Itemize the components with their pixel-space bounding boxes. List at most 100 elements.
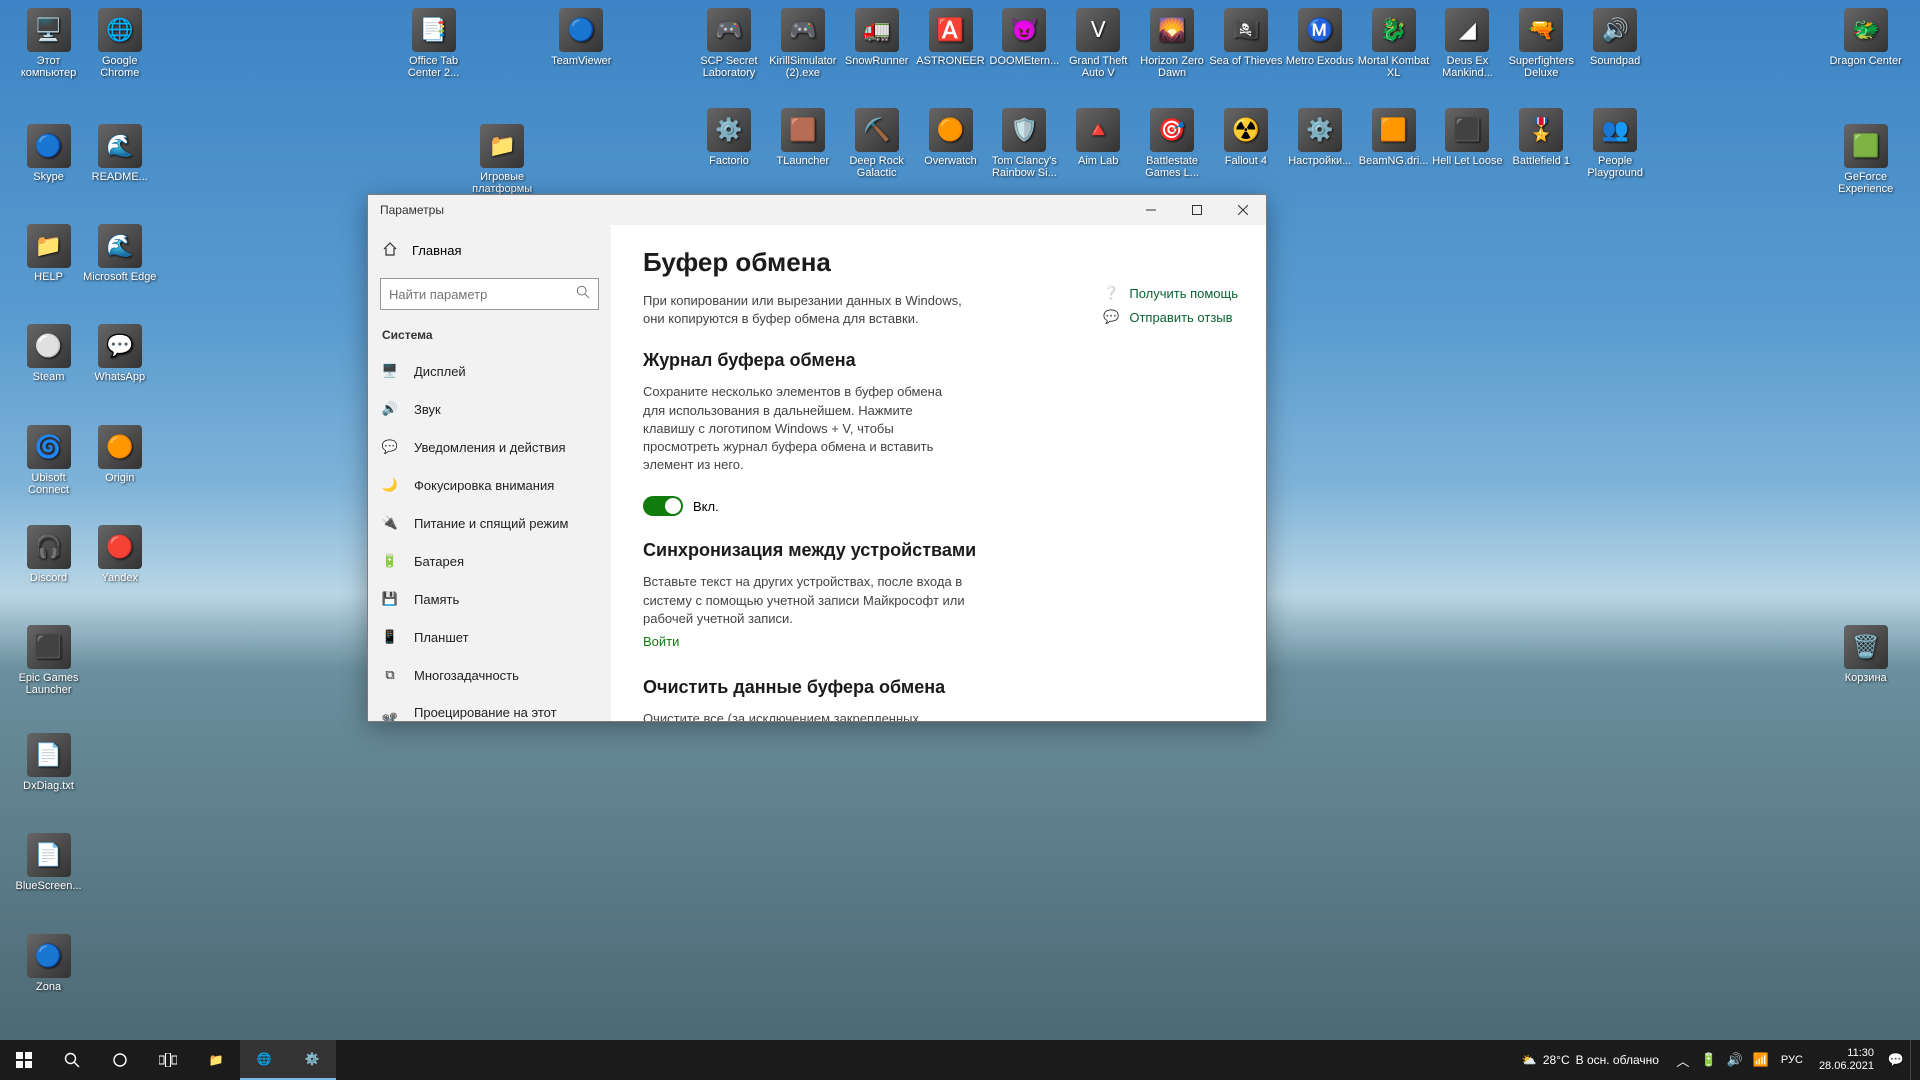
- desktop-icon[interactable]: 🌊Microsoft Edge: [82, 224, 158, 283]
- desktop-icon[interactable]: 👥People Playground: [1577, 108, 1653, 179]
- desktop-icon[interactable]: 🎮KirillSimulator (2).exe: [765, 8, 841, 79]
- start-button[interactable]: [0, 1040, 48, 1080]
- taskbar-explorer[interactable]: 📁: [192, 1040, 240, 1080]
- tray-battery-icon[interactable]: 🔋: [1697, 1040, 1721, 1080]
- settings-sidebar: Главная Система 🖥️Дисплей🔊Звук💬Уведомлен…: [368, 225, 611, 721]
- desktop-icon[interactable]: 🟩GeForce Experience: [1828, 124, 1904, 195]
- app-icon: 🏴‍☠️: [1224, 8, 1268, 52]
- desktop-icon[interactable]: 🛡️Tom Clancy's Rainbow Si...: [986, 108, 1062, 179]
- desktop-icon[interactable]: 🟠Overwatch: [913, 108, 989, 167]
- tray-language[interactable]: РУС: [1775, 1040, 1809, 1080]
- desktop-icon[interactable]: 🌄Horizon Zero Dawn: [1134, 8, 1210, 79]
- desktop-icon[interactable]: ⬛Hell Let Loose: [1429, 108, 1505, 167]
- desktop-icon[interactable]: ⚪Steam: [11, 324, 87, 383]
- sidebar-home[interactable]: Главная: [368, 231, 611, 270]
- desktop-icon[interactable]: 🔴Yandex: [82, 525, 158, 584]
- sidebar-item[interactable]: 🔋Батарея: [368, 542, 611, 580]
- desktop-icon[interactable]: 🟧BeamNG.dri...: [1356, 108, 1432, 167]
- desktop-icon[interactable]: Ⓜ️Metro Exodus: [1282, 8, 1358, 67]
- tray-chevron-up-icon[interactable]: ︿: [1671, 1040, 1695, 1080]
- app-icon: 🎮: [781, 8, 825, 52]
- desktop-icon[interactable]: 📁Игровые платформы: [464, 124, 540, 195]
- desktop-icon[interactable]: 🎧Discord: [11, 525, 87, 584]
- desktop-icon[interactable]: 🖥️Этот компьютер: [11, 8, 87, 79]
- desktop-icon[interactable]: 🟫TLauncher: [765, 108, 841, 167]
- app-icon: ⚙️: [707, 108, 751, 152]
- desktop-icon[interactable]: 🔫Superfighters Deluxe: [1503, 8, 1579, 79]
- sidebar-item[interactable]: 🌙Фокусировка внимания: [368, 466, 611, 504]
- search-button[interactable]: [48, 1040, 96, 1080]
- desktop-icon[interactable]: 🗑️Корзина: [1828, 625, 1904, 684]
- desktop-icon[interactable]: 🔵Skype: [11, 124, 87, 183]
- desktop-icon[interactable]: 📑Office Tab Center 2...: [396, 8, 472, 79]
- get-help-link[interactable]: ❔ Получить помощь: [1103, 285, 1238, 301]
- app-icon: 📄: [27, 833, 71, 877]
- sidebar-item[interactable]: ⧉Многозадачность: [368, 656, 611, 694]
- desktop-icon[interactable]: 🔵Zona: [11, 934, 87, 993]
- desktop-icon[interactable]: 🚛SnowRunner: [839, 8, 915, 67]
- desktop-icon[interactable]: 📁HELP: [11, 224, 87, 283]
- settings-search[interactable]: [380, 278, 599, 310]
- history-toggle[interactable]: [643, 496, 683, 516]
- desktop-icon[interactable]: 🌊README...: [82, 124, 158, 183]
- desktop-icon[interactable]: 💬WhatsApp: [82, 324, 158, 383]
- sidebar-item[interactable]: 💬Уведомления и действия: [368, 428, 611, 466]
- taskbar-chrome[interactable]: 🌐: [240, 1040, 288, 1080]
- desktop-icon[interactable]: 🏴‍☠️ Sea of Thieves: [1208, 8, 1284, 67]
- sidebar-item[interactable]: 📽️Проецирование на этот компьютер: [368, 694, 611, 721]
- desktop-icon[interactable]: ⚙️Настройки...: [1282, 108, 1358, 167]
- icon-label: Tom Clancy's Rainbow Si...: [986, 155, 1062, 179]
- desktop-icon[interactable]: 🎖️Battlefield 1: [1503, 108, 1579, 167]
- icon-label: TeamViewer: [543, 55, 619, 67]
- sidebar-item[interactable]: 📱Планшет: [368, 618, 611, 656]
- app-icon: ◢: [1445, 8, 1489, 52]
- desktop-icon[interactable]: ⅤGrand Theft Auto V: [1060, 8, 1136, 79]
- taskview-button[interactable]: [144, 1040, 192, 1080]
- weather-text: В осн. облачно: [1576, 1053, 1659, 1067]
- desktop-icon[interactable]: ⚙️Factorio: [691, 108, 767, 167]
- desktop-icon[interactable]: 📄DxDiag.txt: [11, 733, 87, 792]
- tray-notifications-icon[interactable]: 💬: [1884, 1040, 1908, 1080]
- close-button[interactable]: [1220, 195, 1266, 225]
- sidebar-item[interactable]: 🔌Питание и спящий режим: [368, 504, 611, 542]
- maximize-button[interactable]: [1174, 195, 1220, 225]
- desktop-icon[interactable]: ◢Deus Ex Mankind...: [1429, 8, 1505, 79]
- sidebar-item-label: Проецирование на этот компьютер: [414, 705, 597, 721]
- feedback-link[interactable]: 💬 Отправить отзыв: [1103, 309, 1238, 325]
- desktop-icon[interactable]: 🌐Google Chrome: [82, 8, 158, 79]
- desktop-icon[interactable]: 🌀Ubisoft Connect: [11, 425, 87, 496]
- desktop-icon[interactable]: 🐲Dragon Center: [1828, 8, 1904, 67]
- app-icon: 🚛: [855, 8, 899, 52]
- signin-link[interactable]: Войти: [643, 634, 1234, 649]
- tray-clock[interactable]: 11:30 28.06.2021: [1811, 1047, 1882, 1073]
- desktop-icon[interactable]: 🔊Soundpad: [1577, 8, 1653, 67]
- desktop-icon[interactable]: ☢️Fallout 4: [1208, 108, 1284, 167]
- tray-wifi-icon[interactable]: 📶: [1749, 1040, 1773, 1080]
- sidebar-item[interactable]: 🔊Звук: [368, 390, 611, 428]
- desktop-icon[interactable]: ⬛Epic Games Launcher: [11, 625, 87, 696]
- tray-weather[interactable]: ⛅ 28°C В осн. облачно: [1512, 1040, 1669, 1080]
- desktop-icon[interactable]: 🔵TeamViewer: [543, 8, 619, 67]
- minimize-button[interactable]: [1128, 195, 1174, 225]
- search-input[interactable]: [389, 287, 576, 302]
- app-icon: 📑: [412, 8, 456, 52]
- desktop-icon[interactable]: 🔺Aim Lab: [1060, 108, 1136, 167]
- desktop-icon[interactable]: 🎮SCP Secret Laboratory: [691, 8, 767, 79]
- show-desktop-button[interactable]: [1910, 1040, 1916, 1080]
- desktop-icon[interactable]: 🐉Mortal Kombat XL: [1356, 8, 1432, 79]
- desktop-icon[interactable]: 🎯Battlestate Games L...: [1134, 108, 1210, 179]
- tray-volume-icon[interactable]: 🔊: [1723, 1040, 1747, 1080]
- icon-label: Sea of Thieves: [1208, 55, 1284, 67]
- desktop-icon[interactable]: 🟠Origin: [82, 425, 158, 484]
- icon-label: Zona: [11, 981, 87, 993]
- desktop-icon[interactable]: 🅰️ASTRONEER: [913, 8, 989, 67]
- sidebar-item[interactable]: 🖥️Дисплей: [368, 352, 611, 390]
- icon-label: Horizon Zero Dawn: [1134, 55, 1210, 79]
- cortana-button[interactable]: [96, 1040, 144, 1080]
- desktop-icon[interactable]: 😈DOOMEtern...: [986, 8, 1062, 67]
- desktop-icon[interactable]: 📄BlueScreen...: [11, 833, 87, 892]
- taskbar-settings[interactable]: ⚙️: [288, 1040, 336, 1080]
- app-icon: 🌊: [98, 224, 142, 268]
- desktop-icon[interactable]: ⛏️Deep Rock Galactic: [839, 108, 915, 179]
- sidebar-item[interactable]: 💾Память: [368, 580, 611, 618]
